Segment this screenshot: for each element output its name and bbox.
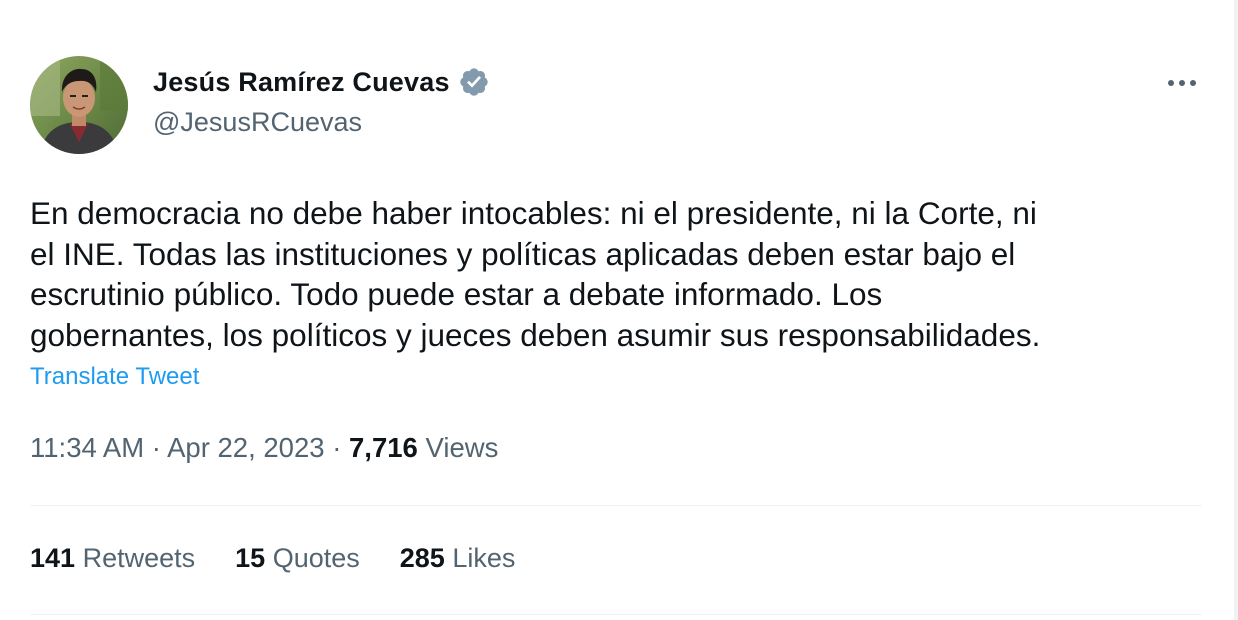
views-count: 7,716 <box>349 432 418 463</box>
likes-count: 285 <box>399 543 445 573</box>
divider <box>30 505 1202 506</box>
more-options-button[interactable] <box>1160 66 1204 100</box>
retweets-label: Retweets <box>82 543 196 573</box>
verified-badge-icon <box>460 68 488 96</box>
engagement-stats: 141 Retweets 15 Quotes 285 Likes <box>30 543 515 574</box>
author-avatar[interactable] <box>30 56 128 154</box>
tweet-text: En democracia no debe haber intocables: … <box>30 195 1041 353</box>
quotes-stat[interactable]: 15 Quotes <box>235 543 360 574</box>
author-handle[interactable]: @JesusRCuevas <box>153 107 362 138</box>
views-label: Views <box>425 432 499 463</box>
meta-separator: · <box>324 432 350 463</box>
likes-stat[interactable]: 285 Likes <box>400 543 516 574</box>
tweet-date[interactable]: Apr 22, 2023 <box>167 432 324 463</box>
translate-tweet-link[interactable]: Translate Tweet <box>30 363 199 391</box>
tweet-meta: 11:34 AM · Apr 22, 2023 · 7,716 Views <box>30 432 498 464</box>
author-name[interactable]: Jesús Ramírez Cuevas <box>153 67 450 98</box>
more-options-icon <box>1168 80 1196 86</box>
meta-separator: · <box>144 432 168 463</box>
retweets-stat[interactable]: 141 Retweets <box>30 543 195 574</box>
retweets-count: 141 <box>30 543 76 573</box>
tweet-time[interactable]: 11:34 AM <box>30 432 144 463</box>
divider <box>30 614 1202 615</box>
likes-label: Likes <box>452 543 516 573</box>
page-edge <box>1234 0 1238 620</box>
quotes-count: 15 <box>235 543 266 573</box>
author-name-row[interactable]: Jesús Ramírez Cuevas <box>153 66 490 98</box>
quotes-label: Quotes <box>272 543 360 573</box>
